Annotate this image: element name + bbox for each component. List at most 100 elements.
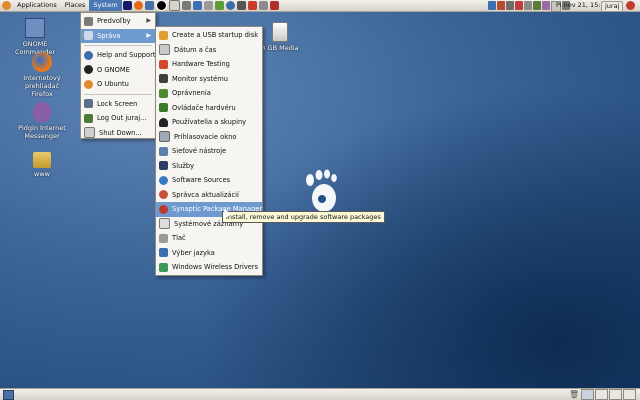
pidgin-tray-icon[interactable]: [542, 1, 550, 10]
shutdown-icon: [84, 127, 95, 139]
menu-item-update-manager[interactable]: Správca aktualizácií: [156, 188, 262, 203]
tray-app-icon[interactable]: [497, 1, 505, 10]
logout-icon: [84, 113, 93, 123]
tooltip: Install, remove and upgrade software pac…: [222, 211, 385, 223]
pdf-launcher-icon[interactable]: [269, 1, 279, 10]
system-menu[interactable]: System: [89, 0, 122, 11]
usb-startup-icon: [159, 30, 168, 40]
skype-launcher-icon[interactable]: [225, 1, 235, 10]
desktop-icon-pidgin[interactable]: Pidgin Internet Messenger: [13, 102, 71, 140]
menu-item-about-ubuntu[interactable]: O Ubuntu: [81, 77, 155, 92]
help-icon: [84, 50, 93, 60]
workspace-2[interactable]: [595, 389, 608, 400]
show-desktop-icon[interactable]: [3, 389, 14, 400]
usb-drive-icon: [272, 22, 288, 42]
menu-item-hardware-testing[interactable]: Hardware Testing: [156, 57, 262, 72]
power-icon[interactable]: [626, 1, 635, 10]
bottom-panel: 🗑: [0, 388, 640, 400]
workspace-3[interactable]: [609, 389, 622, 400]
settings-launcher-icon[interactable]: [181, 1, 191, 10]
administration-submenu: Create a USB startup disk Dátum a čas Ha…: [155, 26, 263, 276]
menu-separator: [84, 45, 152, 46]
menu-item-help[interactable]: Help and Support: [81, 48, 156, 63]
trash-icon[interactable]: 🗑: [569, 390, 579, 399]
software-sources-icon: [159, 175, 168, 185]
menu-item-language-support[interactable]: Výber jazyka: [156, 246, 262, 261]
desktop-icon-www[interactable]: www: [13, 152, 71, 178]
workspace-1[interactable]: [581, 389, 594, 400]
menu-item-system-monitor[interactable]: Monitor systému: [156, 72, 262, 87]
menu-item-login-window[interactable]: Prihlasovacie okno: [156, 130, 262, 145]
gnome-commander-icon: [25, 18, 45, 38]
preferences-icon: [84, 16, 93, 26]
menu-item-date-time[interactable]: Dátum a čas: [156, 43, 262, 58]
menu-separator: [84, 93, 152, 95]
submenu-arrow-icon: ▶: [146, 17, 151, 24]
firefox-launcher-icon[interactable]: [133, 1, 143, 10]
permissions-icon: [159, 88, 168, 98]
menu-item-predvolby[interactable]: Predvoľby ▶: [81, 14, 155, 29]
printer-icon: [159, 233, 168, 243]
alert-icon[interactable]: [515, 1, 523, 10]
submenu-arrow-icon: ▶: [146, 31, 151, 39]
hardware-testing-icon: [159, 59, 168, 69]
system-dropdown-menu: Predvoľby ▶ Správa ▶ Help and Support O …: [80, 12, 156, 139]
update-manager-icon: [159, 190, 168, 200]
update-notifier-icon[interactable]: [488, 1, 496, 10]
services-icon: [159, 161, 168, 171]
wireless-drivers-icon: [159, 262, 168, 272]
menu-item-usb-startup-disk[interactable]: Create a USB startup disk: [156, 28, 262, 43]
display-launcher-icon[interactable]: [203, 1, 213, 10]
network-tools-icon: [159, 146, 168, 156]
menu-item-log-out[interactable]: Log Out juraj...: [81, 111, 155, 126]
synaptic-icon: [159, 204, 168, 214]
hardware-drivers-icon: [159, 103, 168, 113]
administration-icon: [84, 31, 93, 41]
menu-item-network-tools[interactable]: Sieťové nástroje: [156, 144, 262, 159]
menu-item-about-gnome[interactable]: O GNOME: [81, 63, 155, 78]
network-launcher-icon[interactable]: [192, 1, 202, 10]
gnome-foot-icon: [84, 65, 93, 75]
camera-launcher-icon[interactable]: [236, 1, 246, 10]
menu-item-windows-wireless-drivers[interactable]: Windows Wireless Drivers: [156, 260, 262, 275]
user-switcher[interactable]: juraj: [601, 1, 624, 12]
system-monitor-icon: [159, 74, 168, 84]
tool-launcher-icon[interactable]: [258, 1, 268, 10]
workspace-4[interactable]: [623, 389, 636, 400]
ubuntu-icon: [84, 79, 93, 89]
desktop-icon-gnome-commander[interactable]: GNOME Commander: [5, 18, 65, 56]
menu-item-services[interactable]: Služby: [156, 159, 262, 174]
login-window-icon: [159, 131, 170, 143]
battery-icon[interactable]: [533, 1, 541, 10]
terminal-launcher-icon[interactable]: [122, 1, 132, 10]
network-status-icon[interactable]: [524, 1, 532, 10]
files-launcher-icon[interactable]: [168, 0, 180, 11]
gnome-foot-logo-icon: [306, 169, 337, 212]
monitor-launcher-icon[interactable]: [214, 1, 224, 10]
menu-item-printing[interactable]: Tlač: [156, 231, 262, 246]
menu-item-sprava[interactable]: Správa ▶: [81, 28, 155, 43]
menu-item-permissions[interactable]: Oprávnenia: [156, 86, 262, 101]
system-logs-icon: [159, 218, 170, 230]
folder-icon: [33, 152, 51, 168]
firefox-icon: [32, 52, 52, 72]
pidgin-icon: [33, 102, 51, 122]
menu-item-hardware-drivers[interactable]: Ovládače hardvéru: [156, 101, 262, 116]
clipboard-icon[interactable]: [506, 1, 514, 10]
mail-launcher-icon[interactable]: [144, 1, 154, 10]
menu-item-shut-down[interactable]: Shut Down...: [81, 126, 155, 141]
menu-item-software-sources[interactable]: Software Sources: [156, 173, 262, 188]
places-menu[interactable]: Places: [61, 0, 90, 11]
language-icon: [159, 248, 168, 258]
users-icon: [159, 117, 168, 127]
desktop-icon-firefox[interactable]: Internetový prehliadač Firefox: [13, 52, 71, 98]
applications-menu[interactable]: Applications: [13, 0, 61, 11]
obs-launcher-icon[interactable]: [155, 0, 167, 11]
media-launcher-icon[interactable]: [247, 1, 257, 10]
top-panel: Applications Places System Pi nov 21, 15…: [0, 0, 640, 12]
lock-screen-icon: [84, 99, 93, 109]
menu-item-lock-screen[interactable]: Lock Screen: [81, 97, 155, 112]
ubuntu-logo-icon[interactable]: [2, 1, 11, 10]
calendar-icon: [159, 44, 170, 56]
menu-item-users-groups[interactable]: Používatelia a skupiny: [156, 115, 262, 130]
